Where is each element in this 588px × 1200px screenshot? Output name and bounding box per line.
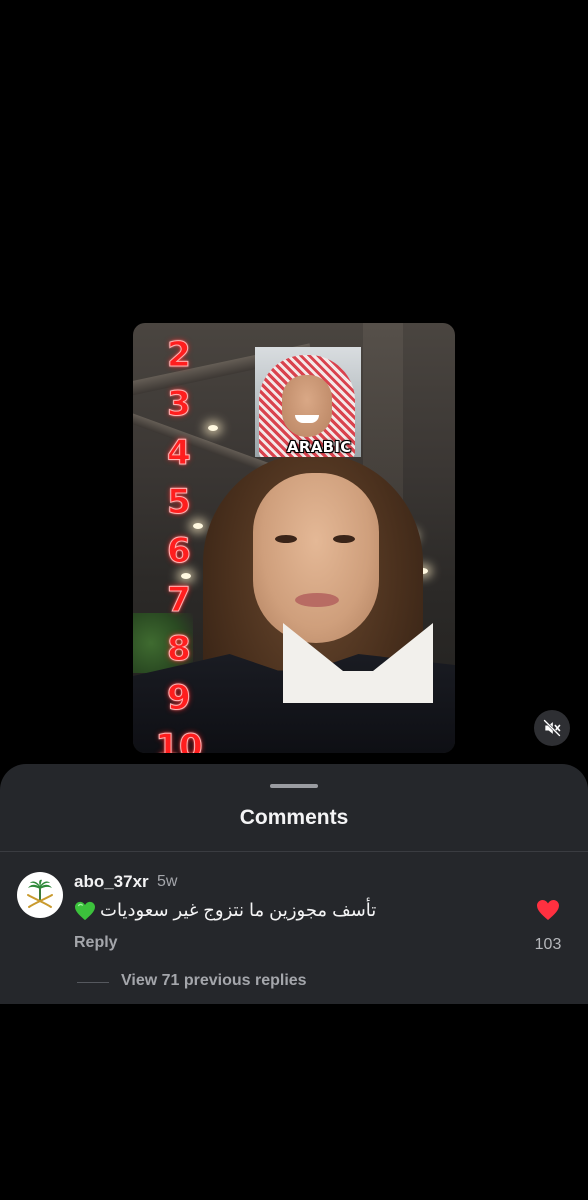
person-eye bbox=[333, 535, 355, 543]
number-overlay: 8 bbox=[167, 629, 192, 670]
number-overlay: 6 bbox=[167, 531, 192, 572]
speaker-muted-icon bbox=[543, 719, 561, 737]
sticker-face bbox=[282, 375, 332, 437]
video-player[interactable]: 2 3 4 5 6 7 8 9 10 ARABIC bbox=[133, 323, 455, 753]
reel-screen: 2 3 4 5 6 7 8 9 10 ARABIC Comments abo_3… bbox=[0, 0, 588, 1200]
reply-button[interactable]: Reply bbox=[74, 934, 118, 952]
comment-text: تأسف مجوزين ما نتزوج غير سعوديات bbox=[74, 900, 376, 921]
avatar[interactable] bbox=[17, 872, 63, 918]
replies-line bbox=[77, 982, 109, 983]
number-overlay: 2 bbox=[167, 335, 192, 376]
sticker-label: ARABIC bbox=[287, 438, 352, 456]
sheet-title: Comments bbox=[239, 806, 349, 829]
comment-timestamp: 5w bbox=[157, 873, 178, 890]
divider bbox=[0, 851, 588, 852]
person-lips bbox=[295, 593, 339, 607]
number-overlay: 10 bbox=[155, 727, 203, 754]
view-replies-button[interactable]: View 71 previous replies bbox=[121, 972, 307, 990]
like-heart-icon[interactable] bbox=[536, 899, 560, 921]
number-overlay: 5 bbox=[167, 482, 192, 523]
number-column: 2 3 4 5 6 7 8 9 10 bbox=[155, 331, 203, 754]
person-face bbox=[253, 473, 379, 643]
mute-button[interactable] bbox=[534, 710, 570, 746]
ceiling-light bbox=[208, 425, 218, 431]
green-heart-icon bbox=[75, 901, 95, 920]
comment-body: تأسف مجوزين ما نتزوج غير سعوديات bbox=[100, 900, 377, 920]
number-overlay: 9 bbox=[167, 678, 192, 719]
comments-sheet: Comments abo_37xr 5w تأسف مجوزين ما نتزو… bbox=[0, 764, 588, 1004]
palm-swords-emblem-icon bbox=[27, 879, 53, 908]
number-overlay: 7 bbox=[167, 580, 192, 621]
person-eye bbox=[275, 535, 297, 543]
number-overlay: 3 bbox=[167, 384, 192, 425]
number-overlay: 4 bbox=[167, 433, 192, 474]
sheet-drag-handle[interactable] bbox=[270, 784, 318, 788]
like-count: 103 bbox=[534, 936, 562, 953]
comment-username[interactable]: abo_37xr bbox=[74, 872, 149, 892]
